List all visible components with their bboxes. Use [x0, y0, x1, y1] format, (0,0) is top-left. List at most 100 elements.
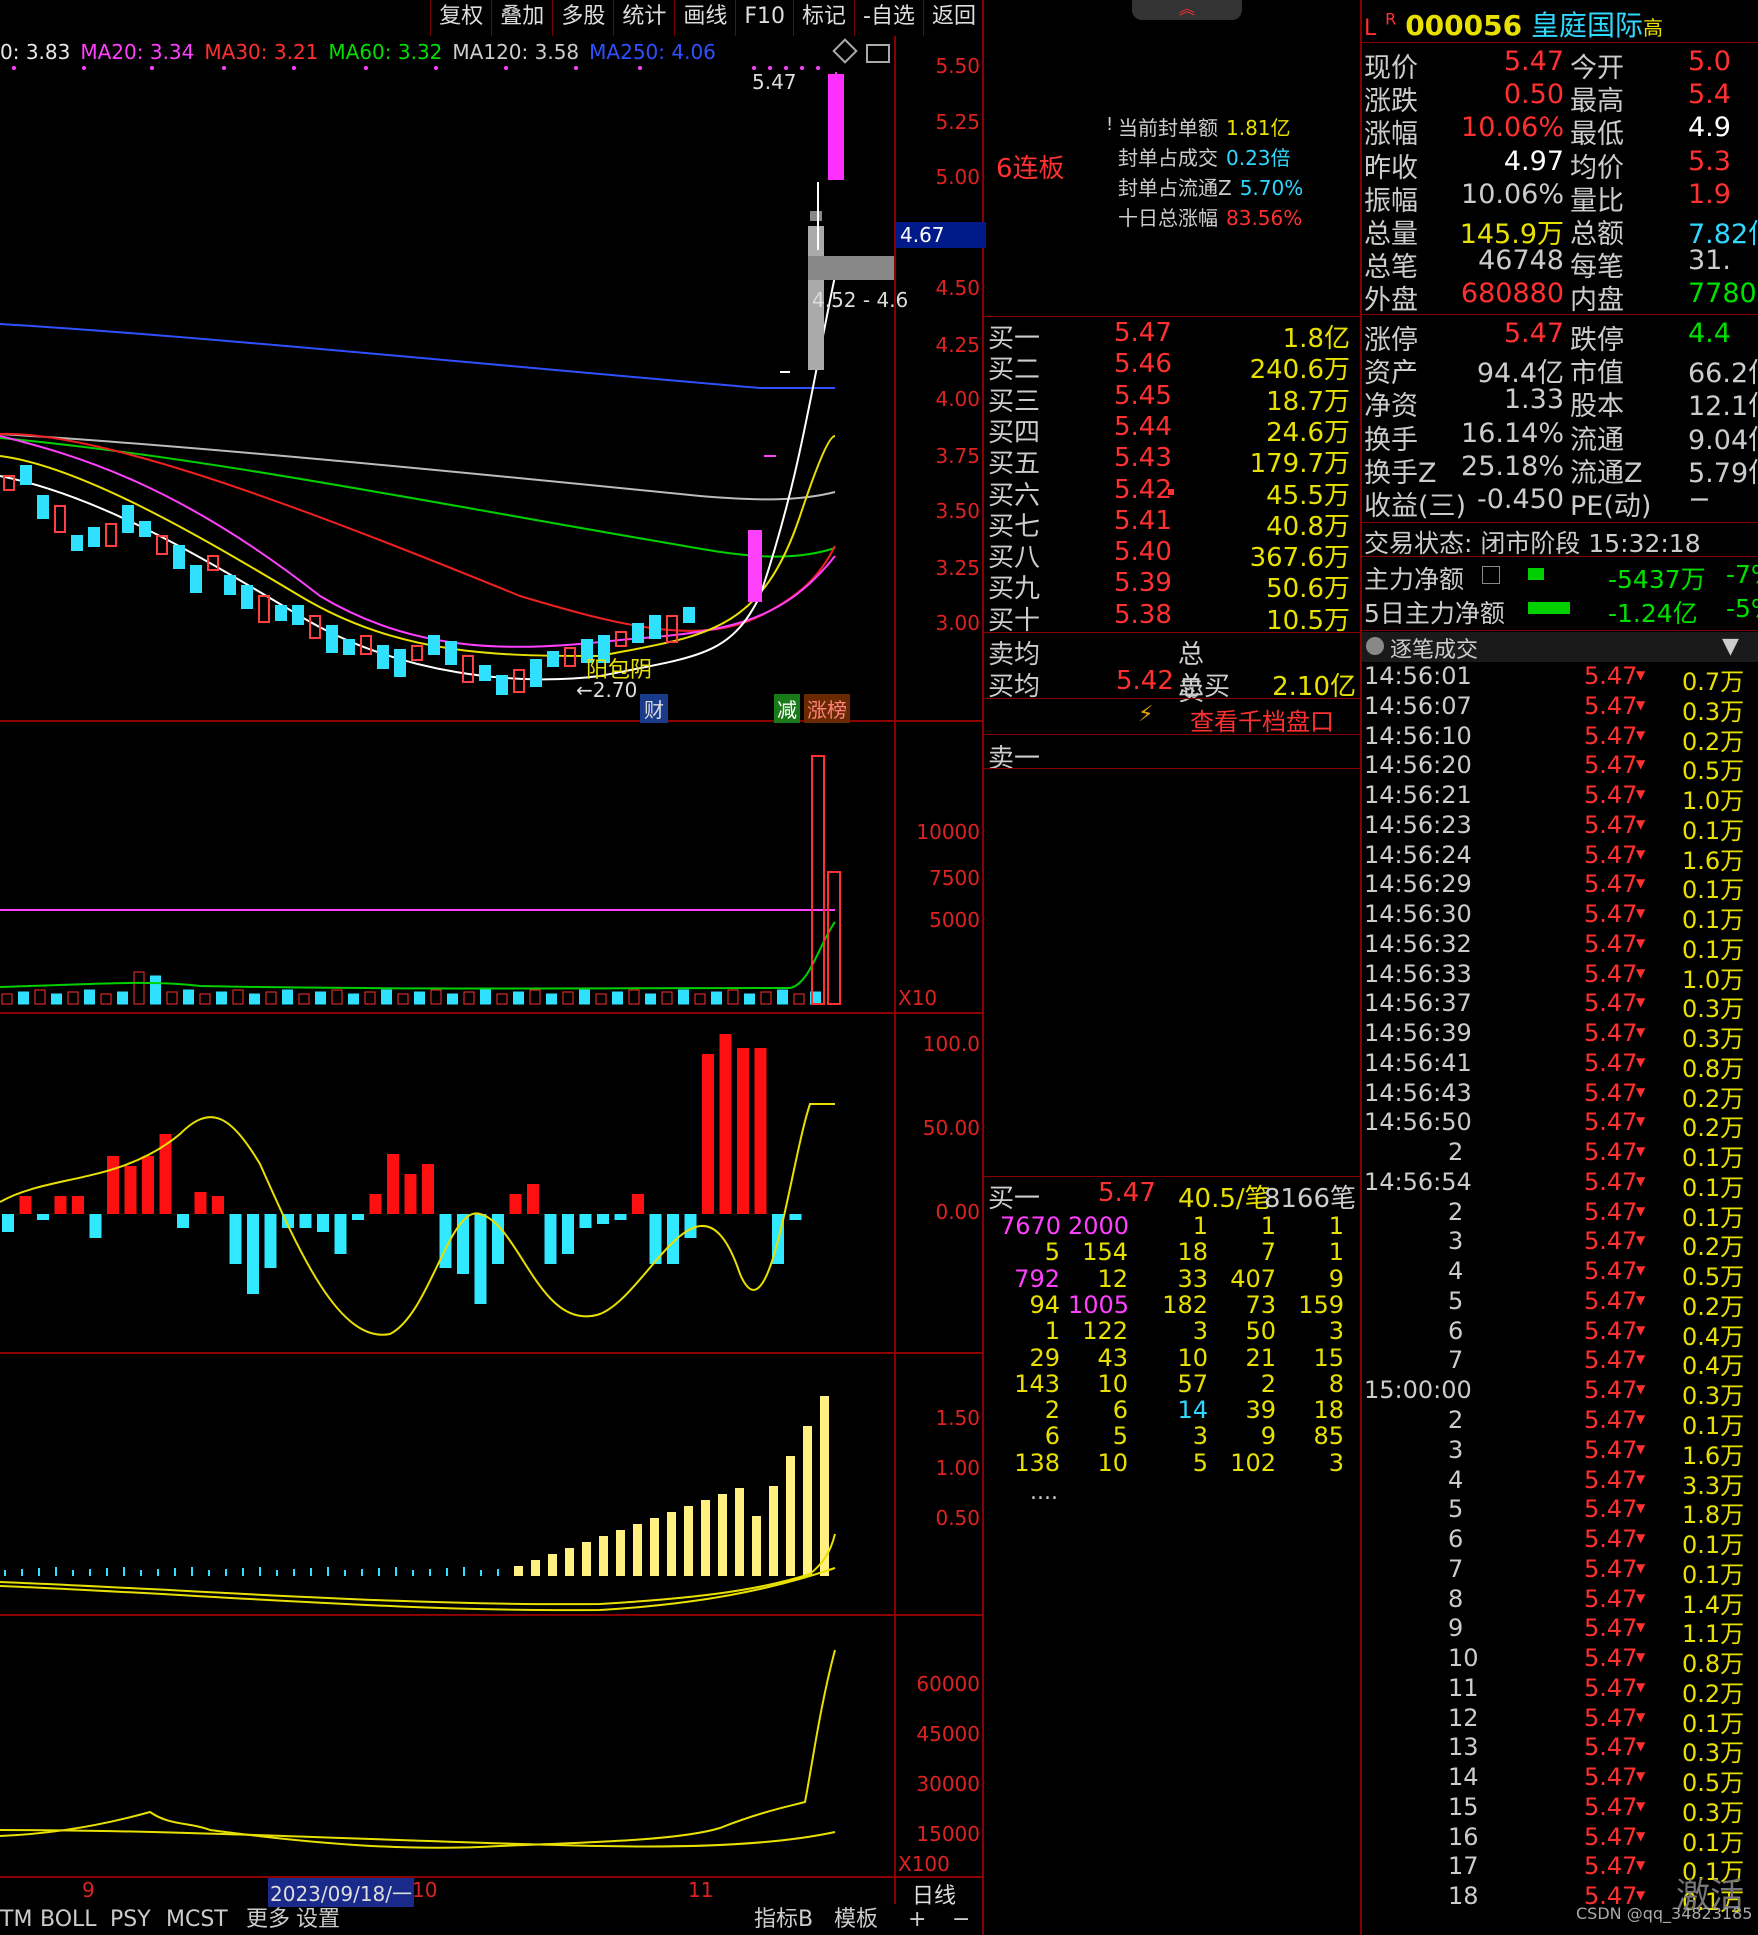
indicator-tab[interactable]: BOLL [40, 1905, 97, 1935]
orderbook-row[interactable]: 买八 5.40 367.6万 [984, 537, 1356, 573]
queue-cell: 9 [1328, 1264, 1344, 1293]
macd-bar [54, 1196, 67, 1214]
queue-cell: 182 [1162, 1290, 1208, 1319]
volume-chart[interactable] [0, 722, 894, 1012]
macd-bar [527, 1184, 539, 1214]
quote-value: 10.06% [1461, 178, 1564, 210]
bottom-right-tab[interactable]: + [908, 1905, 926, 1935]
axis-tick: 7500 [929, 866, 980, 890]
queue-cell: 5 [1192, 1448, 1208, 1477]
volume-bar [760, 991, 772, 1005]
filter-icon[interactable]: ▼ [1722, 634, 1739, 659]
bottom-right-tab[interactable]: 模板 [834, 1905, 878, 1935]
queue-cell: 18 [1313, 1396, 1344, 1425]
down-arrow-icon: ▼ [1636, 1173, 1646, 1188]
down-arrow-icon: ▼ [1636, 1084, 1646, 1099]
toolbar-item[interactable]: 叠加 [491, 0, 552, 36]
finance-tag[interactable]: 财 [640, 694, 668, 723]
down-arrow-icon: ▼ [1636, 1769, 1646, 1784]
orderbook-row[interactable]: 买九 5.39 50.6万 [984, 568, 1356, 604]
axis-tick: 45000 [916, 1722, 980, 1746]
macd-bar [684, 1214, 697, 1238]
tick-row: 14:56:10 5.47 ▼ 0.2万 [1364, 721, 1745, 756]
tick-row: 14:56:54 5.47 ▼ 0.1万 [1364, 1167, 1745, 1202]
volume-bar [51, 993, 62, 1005]
down-arrow-icon: ▼ [1636, 1352, 1646, 1367]
macd-bar [422, 1164, 434, 1214]
tick-row: 13 5.47 ▼ 0.3万 [1448, 1733, 1745, 1768]
queue-more[interactable]: .... [1030, 1480, 1058, 1505]
toolbar-item[interactable]: -自选 [854, 0, 923, 36]
indicator-bar [514, 1566, 523, 1576]
macd-chart[interactable] [0, 1014, 894, 1352]
volume-bar [727, 989, 739, 1005]
ticks-header[interactable]: 逐笔成交 ▼ [1362, 632, 1758, 663]
volume-bar [348, 993, 359, 1005]
volume-bar [364, 991, 376, 1005]
down-arrow-icon: ▼ [1636, 1144, 1646, 1159]
list-icon[interactable] [1482, 566, 1500, 584]
orderbook-row[interactable]: 买三 5.45 18.7万 [984, 381, 1356, 417]
range-label: 4.52 - 4.6 [812, 288, 909, 312]
volume-bar [232, 989, 244, 1005]
queue-cell: 15 [1313, 1343, 1344, 1372]
indicator3-chart[interactable] [0, 1354, 894, 1614]
toolbar-item[interactable]: 返回 [922, 0, 984, 36]
down-arrow-icon: ▼ [1636, 1709, 1646, 1724]
down-arrow-icon: ▼ [1636, 1441, 1646, 1456]
reduce-tag[interactable]: 减 [774, 694, 800, 723]
indicator-bar [225, 1569, 227, 1576]
indicator-tab[interactable]: PSY [110, 1905, 151, 1935]
macd-bar [299, 1214, 312, 1228]
quote-value: 5.4 [1688, 79, 1731, 111]
tick-row: 3 5.47 ▼ 0.2万 [1448, 1227, 1745, 1262]
queue-cell: 29 [1029, 1343, 1060, 1372]
orderbook-row[interactable]: 买一 5.47 1.8亿 [984, 318, 1356, 354]
axis-tick: 5.50 [935, 54, 980, 78]
collapse-handle[interactable]: ︽ [1132, 0, 1242, 20]
toolbar-item[interactable]: 标记 [793, 0, 854, 36]
quote-value: 680880 [1460, 278, 1564, 310]
indicator-bar [429, 1569, 431, 1576]
quote-value: 5.47 [1503, 46, 1564, 77]
price-chart[interactable] [0, 36, 894, 720]
toolbar-item[interactable]: 画线 [674, 0, 735, 36]
toolbar-item[interactable]: 复权 [430, 0, 491, 36]
queue-cell: 3 [1328, 1448, 1344, 1477]
indicator4-chart[interactable] [0, 1616, 894, 1876]
price-marker: 4.67 [896, 222, 986, 248]
indicator-bar [480, 1570, 482, 1576]
view-depth-button[interactable]: 查看千档盘口 [1190, 702, 1334, 737]
orderbook-row[interactable]: 买七 5.41 40.8万 [984, 506, 1356, 542]
orderbook-row[interactable]: 买二 5.46 240.6万 [984, 349, 1356, 385]
candle [241, 585, 253, 609]
volume-bar [513, 991, 524, 1005]
collapse-icon[interactable] [1366, 637, 1384, 655]
bottom-right-tab[interactable]: − [952, 1905, 970, 1935]
indicator-bar [531, 1560, 540, 1576]
candle [479, 665, 491, 681]
toolbar-item[interactable]: F10 [735, 0, 793, 36]
down-arrow-icon: ▼ [1636, 787, 1646, 802]
toolbar-item[interactable]: 统计 [613, 0, 674, 36]
axis-tick: 3.25 [935, 556, 980, 580]
indicator-tab[interactable]: TM [0, 1905, 32, 1935]
down-arrow-icon: ▼ [1636, 1382, 1646, 1397]
toolbar-item[interactable]: 多股 [552, 0, 613, 36]
indicator-tab[interactable]: 设置 [296, 1905, 340, 1935]
orderbook-row[interactable]: 买十 5.38 10.5万 [984, 600, 1356, 636]
candle [411, 645, 423, 661]
indicator-tab[interactable]: 更多 [246, 1905, 290, 1935]
orderbook-row[interactable]: 买四 5.44 24.6万 [984, 412, 1356, 448]
tick-row: 14:56:30 5.47 ▼ 0.1万 [1364, 900, 1745, 935]
tick-row: 16 5.47 ▼ 0.1万 [1448, 1822, 1745, 1857]
volume-bar [777, 989, 788, 1005]
indicator4-multiplier: X100 [898, 1852, 950, 1876]
axis-tick: 0.00 [935, 1200, 980, 1224]
indicator-tab[interactable]: MCST [166, 1905, 228, 1935]
limit-up-tag[interactable]: 涨榜 [804, 694, 850, 723]
orderbook-row[interactable]: 买五 5.43 179.7万 [984, 443, 1356, 479]
bottom-right-tab[interactable]: 指标B [754, 1905, 813, 1935]
candle [649, 615, 661, 639]
queue-cell: 143 [1014, 1369, 1060, 1398]
